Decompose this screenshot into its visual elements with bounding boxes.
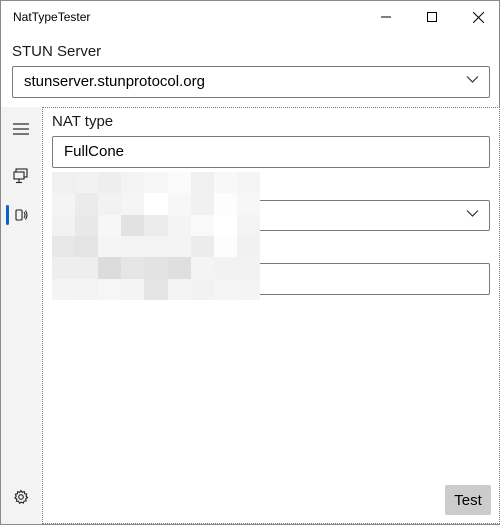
settings-button[interactable] <box>1 479 41 515</box>
monitor-icon <box>13 168 28 184</box>
title-bar: NatTypeTester <box>1 1 499 33</box>
test-button[interactable]: Test <box>445 485 491 515</box>
nav-item-rfc5780[interactable] <box>1 158 41 194</box>
nat-type-field[interactable]: FullCone <box>52 136 490 168</box>
navigation-rail <box>1 107 41 524</box>
gear-icon <box>14 489 29 505</box>
chevron-down-icon <box>466 210 479 217</box>
close-button[interactable] <box>455 1 500 33</box>
maximize-button[interactable] <box>409 1 455 33</box>
minimize-icon <box>381 16 391 18</box>
close-icon <box>472 11 484 23</box>
stun-server-combobox[interactable]: stunserver.stunprotocol.org <box>12 66 490 98</box>
stun-server-value: stunserver.stunprotocol.org <box>24 73 205 90</box>
redacted-region <box>52 172 260 300</box>
menu-button[interactable] <box>1 111 41 147</box>
app-window: NatTypeTester STUN Server stunserver.stu… <box>0 0 500 525</box>
speaker-icon <box>15 209 28 221</box>
nav-item-rfc3489[interactable] <box>1 197 41 233</box>
maximize-icon <box>427 12 437 22</box>
hamburger-icon <box>13 123 29 135</box>
chevron-down-icon <box>466 76 479 83</box>
content-pane: NAT type FullCone Test <box>42 107 500 524</box>
stun-server-label: STUN Server <box>12 43 102 60</box>
nat-type-label: NAT type <box>52 113 114 130</box>
window-title: NatTypeTester <box>13 10 91 24</box>
nat-type-value: FullCone <box>64 143 125 160</box>
minimize-button[interactable] <box>363 1 409 33</box>
